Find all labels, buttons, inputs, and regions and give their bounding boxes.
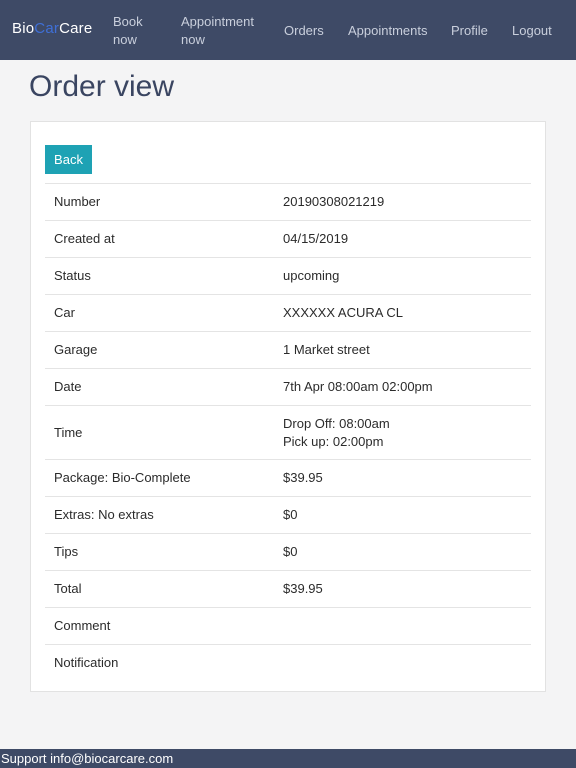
table-row: Tips $0 [45,533,531,571]
row-value-comment [274,607,531,645]
row-label-tips: Tips [45,533,274,571]
nav-book-now[interactable]: Book now [113,13,153,49]
table-row: Number 20190308021219 [45,183,531,221]
brand-text-car: Car [34,20,60,37]
row-label-created-at: Created at [45,220,274,258]
top-navbar: BioCarCare Book now Appointment now Orde… [0,0,576,60]
nav-profile[interactable]: Profile [451,22,488,40]
row-value-package: $39.95 [274,459,531,497]
row-label-total: Total [45,570,274,608]
nav-appointment-now[interactable]: Appointment now [181,13,261,49]
row-label-extras: Extras: No extras [45,496,274,534]
row-value-garage: 1 Market street [274,331,531,369]
brand-logo[interactable]: BioCarCare [12,20,92,37]
brand-text-bio: Bio [12,20,35,37]
table-row: Comment [45,607,531,645]
row-label-garage: Garage [45,331,274,369]
nav-appointments[interactable]: Appointments [348,22,428,40]
row-value-extras: $0 [274,496,531,534]
nav-orders[interactable]: Orders [284,22,324,40]
time-drop-off: Drop Off: 08:00am [283,415,390,431]
row-label-status: Status [45,257,274,295]
nav-logout[interactable]: Logout [512,22,552,40]
row-value-time: Drop Off: 08:00am Pick up: 02:00pm [274,405,531,460]
row-label-car: Car [45,294,274,332]
row-value-tips: $0 [274,533,531,571]
row-value-status: upcoming [274,257,531,295]
back-button[interactable]: Back [45,145,92,174]
row-label-date: Date [45,368,274,406]
row-value-number: 20190308021219 [274,183,531,221]
table-row: Extras: No extras $0 [45,496,531,534]
row-label-notification: Notification [45,644,274,681]
row-label-number: Number [45,183,274,221]
page-title: Order view [29,70,175,103]
time-pick-up: Pick up: 02:00pm [283,433,384,449]
order-details-card: Back Number 20190308021219 Created at 04… [30,121,546,692]
table-row: Created at 04/15/2019 [45,220,531,258]
row-value-created-at: 04/15/2019 [274,220,531,258]
table-row: Car XXXXXX ACURA CL [45,294,531,332]
table-row: Date 7th Apr 08:00am 02:00pm [45,368,531,406]
row-label-comment: Comment [45,607,274,645]
table-row: Package: Bio-Complete $39.95 [45,459,531,497]
order-details-table: Number 20190308021219 Created at 04/15/2… [45,183,531,681]
table-row: Notification [45,644,531,681]
table-row: Total $39.95 [45,570,531,608]
brand-text-care: Care [59,20,93,37]
table-row: Status upcoming [45,257,531,295]
row-label-package: Package: Bio-Complete [45,459,274,497]
row-value-total: $39.95 [274,570,531,608]
row-label-time: Time [45,405,274,460]
row-value-notification [274,644,531,681]
table-row: Garage 1 Market street [45,331,531,369]
row-value-car: XXXXXX ACURA CL [274,294,531,332]
row-value-date: 7th Apr 08:00am 02:00pm [274,368,531,406]
table-row: Time Drop Off: 08:00am Pick up: 02:00pm [45,405,531,460]
support-footer: Support info@biocarcare.com [0,749,576,768]
